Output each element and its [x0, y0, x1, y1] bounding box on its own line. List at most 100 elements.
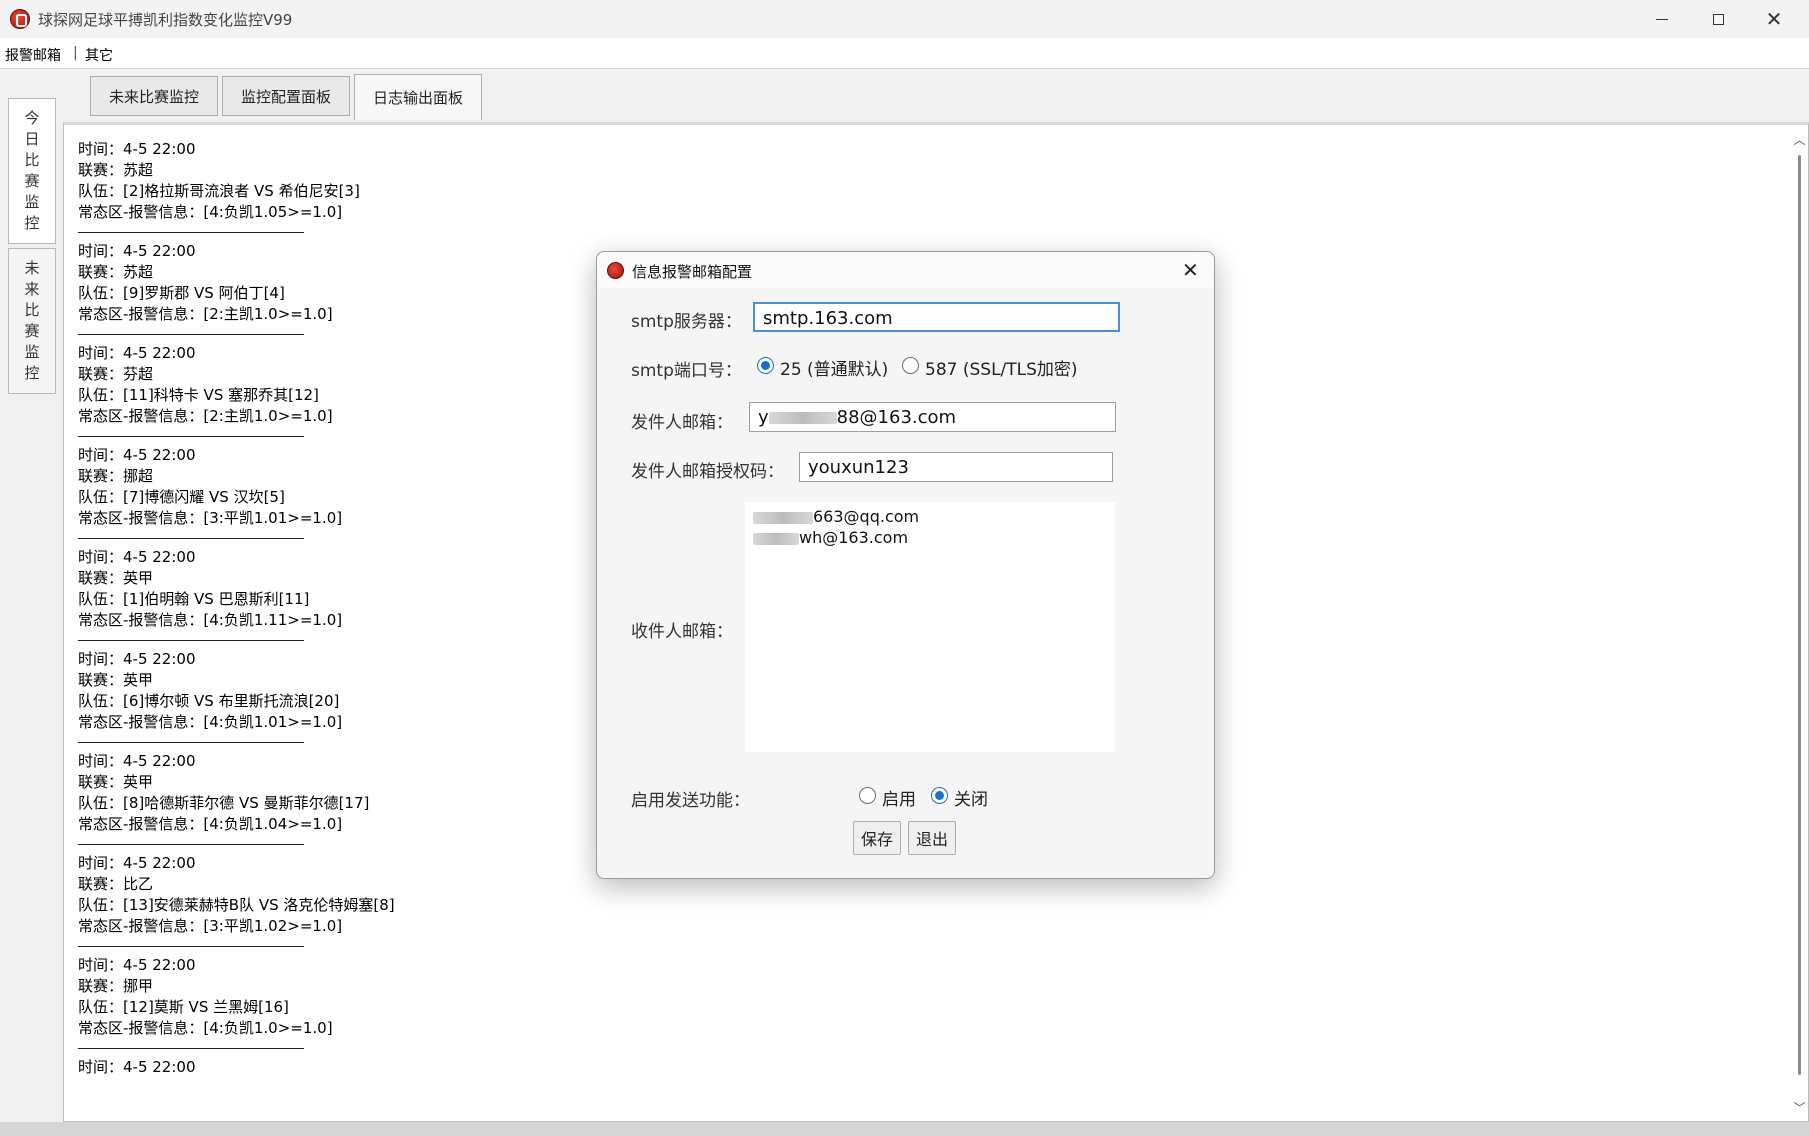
log-entry: 时间：4-5 22:00 联赛：芬超 队伍：[11]科特卡 VS 塞那乔其[12] 常…	[78, 343, 578, 437]
port-587-radio[interactable]	[902, 357, 919, 374]
log-league: 联赛：比乙	[78, 875, 154, 893]
top-tab-strip: 未来比赛监控 监控配置面板 日志输出面板	[62, 72, 1809, 122]
port-25-label: 25 (普通默认)	[780, 360, 889, 380]
log-teams: 队伍：[2]格拉斯哥流浪者 VS 希伯尼安[3]	[78, 182, 360, 200]
recipient-email: 663@qq.com	[813, 507, 920, 526]
disable-radio[interactable]	[931, 787, 948, 804]
vtab-today-label: 今日比赛监控	[24, 109, 40, 232]
tab-future-monitor[interactable]: 未来比赛监控	[90, 76, 218, 116]
log-alert: 常态区-报警信息：[4:负凯1.05>=1.0]	[78, 203, 343, 221]
log-league: 联赛：英甲	[78, 773, 154, 791]
log-scrollbar[interactable]: ︿ ﹀	[1791, 125, 1808, 1121]
recipient-email-textarea[interactable]: 663@qq.com wh@163.com	[745, 502, 1115, 752]
tab-monitor-config[interactable]: 监控配置面板	[222, 76, 350, 116]
log-divider	[78, 436, 304, 437]
log-alert: 常态区-报警信息：[2:主凯1.0>=1.0]	[78, 407, 333, 425]
redacted-mark	[753, 511, 813, 524]
sender-email-input[interactable]: y 88@163.com	[749, 402, 1116, 432]
log-league: 联赛：苏超	[78, 263, 154, 281]
vtab-future-label: 未来比赛监控	[24, 259, 40, 382]
log-alert: 常态区-报警信息：[4:负凯1.11>=1.0]	[78, 611, 343, 629]
log-teams: 队伍：[9]罗斯郡 VS 阿伯丁[4]	[78, 284, 285, 302]
log-time: 时间：4-5 22:00	[78, 854, 196, 872]
log-teams: 队伍：[13]安德莱赫特B队 VS 洛克伦特姆塞[8]	[78, 896, 395, 914]
log-teams: 队伍：[8]哈德斯菲尔德 VS 曼斯菲尔德[17]	[78, 794, 370, 812]
log-league: 联赛：英甲	[78, 671, 154, 689]
log-league: 联赛：挪超	[78, 467, 154, 485]
vtab-today-monitor[interactable]: 今日比赛监控	[8, 98, 56, 244]
log-divider	[78, 844, 304, 845]
log-time: 时间：4-5 22:00	[78, 752, 196, 770]
log-divider	[78, 742, 304, 743]
port-587-label: 587 (SSL/TLS加密)	[925, 360, 1078, 380]
auth-code-input[interactable]: youxun123	[799, 452, 1113, 482]
maximize-button[interactable]	[1690, 0, 1746, 38]
dialog-close-icon[interactable]: ✕	[1182, 258, 1199, 282]
recipient-line: 663@qq.com	[753, 506, 1107, 527]
log-entry: 时间：4-5 22:00 联赛：苏超 队伍：[2]格拉斯哥流浪者 VS 希伯尼安[3…	[78, 139, 578, 233]
log-entry: 时间：4-5 22:00 联赛：英甲队伍：[8]哈德斯菲尔德 VS 曼斯菲尔德[1…	[78, 751, 578, 845]
port-25-radio[interactable]	[757, 357, 774, 374]
menu-bar: 报警邮箱 | 其它	[0, 38, 1809, 69]
log-entry: 时间：4-5 22:00 联赛：英甲 队伍：[1]伯明翰 VS 巴恩斯利[11] 常态…	[78, 547, 578, 641]
log-divider	[78, 946, 304, 947]
exit-button[interactable]: 退出	[908, 821, 956, 855]
log-divider	[78, 640, 304, 641]
sender-email-prefix: y	[758, 407, 769, 428]
tab-log-output[interactable]: 日志输出面板	[354, 74, 482, 120]
log-teams: 队伍：[1]伯明翰 VS 巴恩斯利[11]	[78, 590, 310, 608]
log-entry: 时间：4-5 22:00 联赛：英甲队伍：[6]博尔顿 VS 布里斯托流浪[20]…	[78, 649, 578, 743]
disable-label: 关闭	[954, 790, 988, 810]
log-time: 时间：4-5 22:00	[78, 956, 196, 974]
log-divider	[78, 334, 304, 335]
log-teams: 队伍：[7]博德闪耀 VS 汉坎[5]	[78, 488, 285, 506]
recipient-line: wh@163.com	[753, 527, 1107, 548]
sender-email-label: 发件人邮箱：	[631, 413, 733, 433]
sender-email-suffix: 88@163.com	[836, 407, 957, 428]
log-alert: 常态区-报警信息：[2:主凯1.0>=1.0]	[78, 305, 333, 323]
app-logo-icon	[10, 9, 30, 29]
log-alert: 常态区-报警信息：[4:负凯1.01>=1.0]	[78, 713, 343, 731]
window-titlebar: 球探网足球平搏凯利指数变化监控V99 ✕	[0, 0, 1809, 38]
scroll-thumb[interactable]	[1798, 155, 1801, 1075]
enable-send-label: 启用发送功能：	[631, 791, 750, 811]
menu-alarm-email[interactable]: 报警邮箱	[5, 45, 61, 65]
log-league: 联赛：挪甲	[78, 977, 154, 995]
smtp-server-input[interactable]: smtp.163.com	[753, 302, 1120, 332]
scroll-down-icon[interactable]: ﹀	[1792, 1099, 1807, 1117]
recipient-email: wh@163.com	[799, 528, 909, 547]
scroll-up-icon[interactable]: ︿	[1792, 131, 1807, 149]
close-window-button[interactable]: ✕	[1746, 0, 1802, 38]
log-time: 时间：4-5 22:00	[78, 446, 196, 464]
log-time: 时间：4-5 22:00	[78, 548, 196, 566]
maximize-icon	[1712, 13, 1724, 25]
log-entries: 时间：4-5 22:00 联赛：苏超 队伍：[2]格拉斯哥流浪者 VS 希伯尼安[3…	[78, 139, 578, 1078]
minimize-button[interactable]	[1634, 0, 1690, 38]
log-teams: 队伍：[12]莫斯 VS 兰黑姆[16]	[78, 998, 289, 1016]
log-teams: 队伍：[6]博尔顿 VS 布里斯托流浪[20]	[78, 692, 340, 710]
log-time: 时间：4-5 22:00	[78, 650, 196, 668]
vtab-future-monitor[interactable]: 未来比赛监控	[8, 248, 56, 394]
log-divider	[78, 1048, 304, 1049]
dialog-titlebar: 信息报警邮箱配置 ✕	[597, 252, 1214, 288]
close-icon: ✕	[1765, 7, 1783, 31]
enable-label: 启用	[882, 790, 916, 810]
menu-separator: |	[73, 45, 78, 61]
log-teams: 队伍：[11]科特卡 VS 塞那乔其[12]	[78, 386, 319, 404]
enable-radio[interactable]	[859, 787, 876, 804]
save-button[interactable]: 保存	[853, 821, 901, 855]
log-alert: 常态区-报警信息：[4:负凯1.0>=1.0]	[78, 1019, 333, 1037]
smtp-port-label: smtp端口号：	[631, 361, 742, 381]
log-entry: 时间：4-5 22:00 联赛：比乙队伍：[13]安德莱赫特B队 VS 洛克伦特姆…	[78, 853, 578, 947]
log-time: 时间：4-5 22:00	[78, 1058, 196, 1076]
status-strip	[0, 1122, 1809, 1136]
log-time: 时间：4-5 22:00	[78, 344, 196, 362]
email-config-dialog: 信息报警邮箱配置 ✕ smtp服务器： smtp.163.com smtp端口号…	[596, 251, 1215, 879]
log-entry: 时间：4-5 22:00 联赛：苏超 队伍：[9]罗斯郡 VS 阿伯丁[4] 常态区-…	[78, 241, 578, 335]
log-entry: 时间：4-5 22:00 联赛：挪超队伍：[7]博德闪耀 VS 汉坎[5] 常态区-…	[78, 445, 578, 539]
redacted-mark	[753, 532, 799, 545]
log-alert: 常态区-报警信息：[3:平凯1.01>=1.0]	[78, 509, 343, 527]
log-entry: 时间：4-5 22:00 联赛：挪甲队伍：[12]莫斯 VS 兰黑姆[16] 常态区…	[78, 955, 578, 1049]
menu-other[interactable]: 其它	[85, 45, 113, 65]
log-alert: 常态区-报警信息：[4:负凯1.04>=1.0]	[78, 815, 343, 833]
